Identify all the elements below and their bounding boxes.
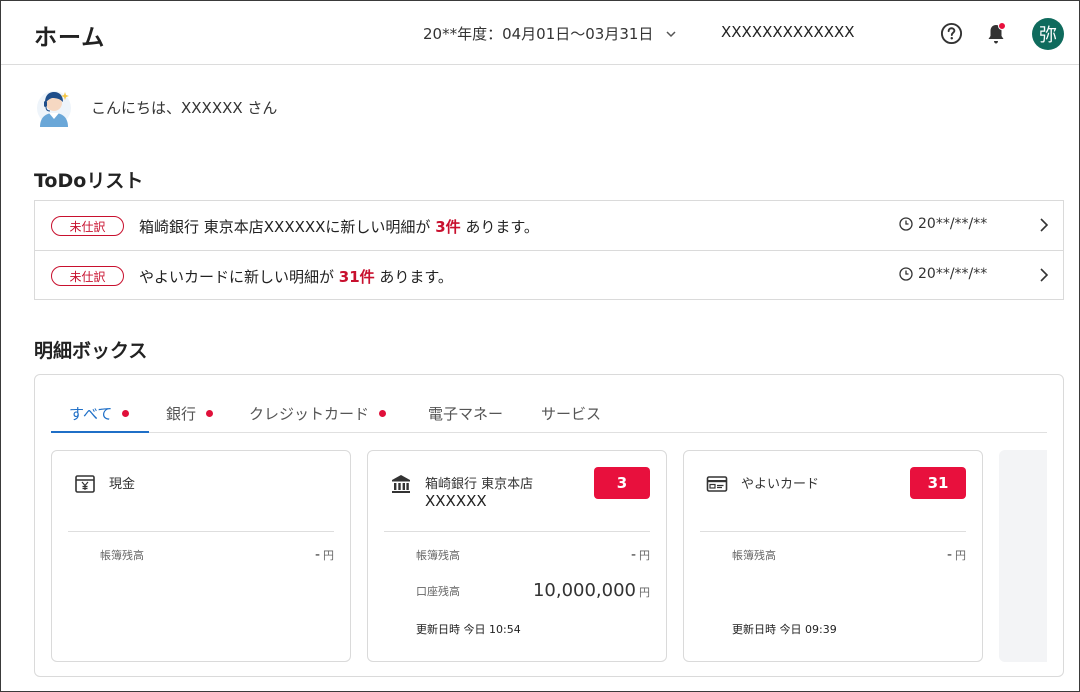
statement-tabs: すべて 銀行 クレジットカード 電子マネー サービス [51,399,1047,433]
todo-message-suffix: あります。 [374,268,453,286]
card-divider [384,531,650,532]
todo-message: 箱崎銀行 東京本店XXXXXXに新しい明細が 3件 あります。 [139,216,539,237]
currency-unit: 円 [639,549,650,562]
tab-label: クレジットカード [249,405,370,423]
tab-label: 電子マネー [428,405,504,423]
currency-unit: 円 [639,586,650,599]
chevron-right-icon [1040,218,1049,232]
tab-label: 銀行 [166,405,197,423]
todo-message-text: やよいカードに新しい明細が [139,268,339,286]
active-tab-indicator [51,431,149,433]
book-balance-amount: - [946,547,952,563]
cash-register-icon [75,475,95,493]
todo-count: 3件 [435,218,461,236]
todo-list: 未仕訳 箱崎銀行 東京本店XXXXXXに新しい明細が 3件 あります。 20**… [34,200,1064,300]
todo-message-suffix: あります。 [460,218,539,236]
fiscal-year-label: 20**年度：04月01日〜03月31日 [423,25,654,43]
unread-dot [122,410,130,417]
tab-service[interactable]: サービス [541,403,601,433]
book-balance-value: - 円 [315,547,334,563]
todo-count: 31件 [338,268,375,286]
notification-bell-icon[interactable] [984,21,1008,46]
account-card-credit[interactable]: やよいカード 31 帳簿残高 - 円 更新日時 今日 09:39 [683,450,983,662]
account-balance-value: 10,000,000 円 [533,580,650,601]
card-divider [700,531,966,532]
todo-date-text: 20**/**/** [918,266,988,282]
account-card-cash[interactable]: 現金 帳簿残高 - 円 [51,450,351,662]
card-title: やよいカード [741,477,820,492]
todo-date-text: 20**/**/** [918,216,988,232]
new-statement-count-badge: 3 [594,467,650,499]
todo-message-text: 箱崎銀行 東京本店XXXXXXに新しい明細が [139,218,436,236]
company-name: XXXXXXXXXXXXX [721,23,855,41]
unposted-badge: 未仕訳 [51,216,124,236]
statement-box-title: 明細ボックス [34,340,148,362]
card-title: 箱崎銀行 東京本店 XXXXXX [425,476,533,510]
todo-date: 20**/**/** [899,216,987,232]
book-balance-amount: - [630,547,636,563]
clock-icon [899,267,913,281]
updated-timestamp: 更新日時 今日 10:54 [416,623,521,636]
credit-card-icon [706,476,728,492]
card-title: 現金 [109,477,136,492]
tab-label: すべて [69,405,113,423]
book-balance-label: 帳簿残高 [732,549,776,562]
assistant-avatar-icon [37,91,71,127]
todo-date: 20**/**/** [899,266,987,282]
page-title: ホーム [34,25,106,51]
tab-bank[interactable]: 銀行 [166,403,214,433]
unread-dot [379,410,387,417]
tab-credit-card[interactable]: クレジットカード [249,403,387,433]
help-icon[interactable] [940,22,963,45]
todo-item[interactable]: 未仕訳 箱崎銀行 東京本店XXXXXXに新しい明細が 3件 あります。 20**… [35,201,1063,250]
todo-item[interactable]: 未仕訳 やよいカードに新しい明細が 31件 あります。 20**/**/** [35,250,1063,299]
chevron-right-icon [1040,268,1049,282]
user-avatar[interactable]: 弥 [1032,18,1064,50]
next-card-placeholder [999,450,1047,662]
currency-unit: 円 [955,549,966,562]
chevron-down-icon [666,30,676,37]
unposted-badge: 未仕訳 [51,266,124,286]
book-balance-value: - 円 [631,547,650,563]
book-balance-value: - 円 [947,547,966,563]
greeting-message: こんにちは、XXXXXX さん [91,99,278,117]
account-balance-amount: 10,000,000 [532,580,636,601]
clock-icon [899,217,913,231]
todo-section-title: ToDoリスト [34,170,144,192]
tab-all[interactable]: すべて [69,403,130,433]
bank-icon [392,475,410,493]
currency-unit: 円 [323,549,334,562]
fiscal-year-selector[interactable]: 20**年度：04月01日〜03月31日 [423,23,677,44]
header: ホーム 20**年度：04月01日〜03月31日 XXXXXXXXXXXXX 弥 [1,1,1079,65]
card-divider [68,531,334,532]
account-balance-label: 口座残高 [416,585,460,598]
tab-e-money[interactable]: 電子マネー [428,403,503,433]
new-statement-count-badge: 31 [910,467,966,499]
book-balance-label: 帳簿残高 [100,549,144,562]
unread-dot [206,410,214,417]
book-balance-label: 帳簿残高 [416,549,460,562]
book-balance-amount: - [314,547,320,563]
todo-message: やよいカードに新しい明細が 31件 あります。 [139,266,453,287]
bank-name: 箱崎銀行 東京本店 [425,477,534,492]
bank-account-name: XXXXXX [425,492,487,510]
tab-label: サービス [541,405,602,423]
statement-box: すべて 銀行 クレジットカード 電子マネー サービス 現金 帳簿残高 - 円 箱… [34,374,1064,677]
app-frame: ホーム 20**年度：04月01日〜03月31日 XXXXXXXXXXXXX 弥 [0,0,1080,692]
account-card-bank[interactable]: 箱崎銀行 東京本店 XXXXXX 3 帳簿残高 - 円 口座残高 10,000,… [367,450,667,662]
updated-timestamp: 更新日時 今日 09:39 [732,623,837,636]
